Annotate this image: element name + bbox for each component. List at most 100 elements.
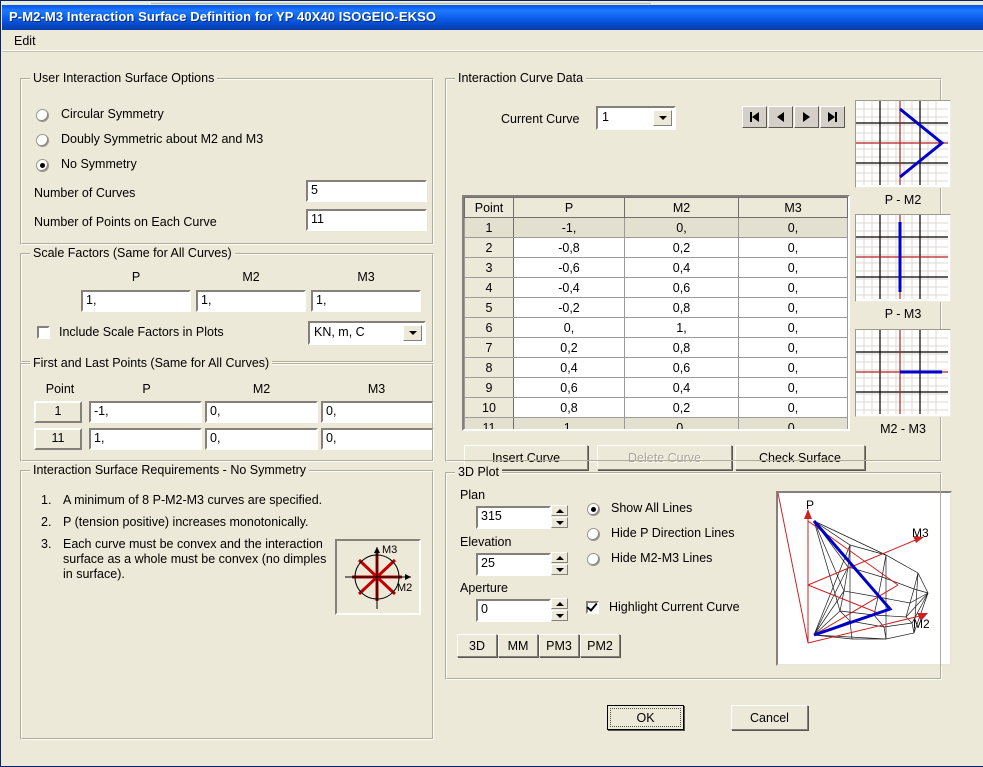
- cell-m3[interactable]: 0,: [738, 317, 848, 338]
- table-row[interactable]: 9 0,6 0,4 0,: [464, 377, 848, 398]
- table-row[interactable]: 7 0,2 0,8 0,: [464, 337, 848, 358]
- plot-3d-preview[interactable]: P M3 M2: [776, 491, 952, 666]
- table-row[interactable]: 6 0, 1, 0,: [464, 317, 848, 338]
- spinner-aperture-down[interactable]: [551, 610, 568, 621]
- cell-m2[interactable]: 0,: [624, 217, 739, 238]
- spinner-elevation[interactable]: [551, 552, 568, 577]
- column-header-point: Point: [464, 197, 514, 218]
- table-row[interactable]: 2 -0,8 0,2 0,: [464, 237, 848, 258]
- table-row[interactable]: 5 -0,2 0,8 0,: [464, 297, 848, 318]
- cell-p[interactable]: -0,4: [513, 277, 625, 298]
- cell-m3[interactable]: 0,: [738, 257, 848, 278]
- dropdown-units[interactable]: KN, m, C: [308, 321, 426, 345]
- cell-m2[interactable]: 0,6: [624, 357, 739, 378]
- radio-show-all-lines[interactable]: [587, 503, 600, 516]
- cell-p[interactable]: 0,6: [513, 377, 625, 398]
- cell-m2[interactable]: 0,6: [624, 277, 739, 298]
- cell-m3[interactable]: 0,: [738, 337, 848, 358]
- input-plan[interactable]: 315: [476, 506, 551, 529]
- table-row[interactable]: 8 0,4 0,6 0,: [464, 357, 848, 378]
- cell-m3[interactable]: 0,: [738, 397, 848, 418]
- cell-m3[interactable]: 0,: [738, 377, 848, 398]
- radio-no-symmetry[interactable]: [36, 159, 49, 172]
- table-row[interactable]: 4 -0,4 0,6 0,: [464, 277, 848, 298]
- cell-p[interactable]: 0,4: [513, 357, 625, 378]
- cell-p[interactable]: -0,6: [513, 257, 625, 278]
- previous-record-button[interactable]: [768, 106, 793, 128]
- radio-hide-m2-m3-lines[interactable]: [587, 553, 600, 566]
- table-row[interactable]: 3 -0,6 0,4 0,: [464, 257, 848, 278]
- spinner-plan-up[interactable]: [551, 505, 568, 516]
- cell-m3[interactable]: 0,: [738, 297, 848, 318]
- radio-circular-symmetry[interactable]: [36, 109, 49, 122]
- cell-m2[interactable]: 1,: [624, 317, 739, 338]
- svg-text:M2: M2: [913, 617, 930, 631]
- spinner-plan-down[interactable]: [551, 517, 568, 528]
- input-aperture[interactable]: 0: [476, 599, 551, 622]
- last-record-button[interactable]: [820, 106, 845, 128]
- cell-m3[interactable]: 0,: [738, 217, 848, 238]
- thumbnail-m2-m3-plot[interactable]: [855, 329, 951, 417]
- spinner-elevation-up[interactable]: [551, 552, 568, 563]
- cell-m2[interactable]: 0,2: [624, 397, 739, 418]
- cell-p[interactable]: -1,: [513, 217, 625, 238]
- first-record-button[interactable]: [742, 106, 767, 128]
- cell-m2[interactable]: 0,8: [624, 297, 739, 318]
- table-row[interactable]: 1 -1, 0, 0,: [464, 217, 848, 238]
- input-elevation[interactable]: 25: [476, 553, 551, 576]
- cell-m2[interactable]: 0,: [624, 417, 739, 429]
- cell-m3[interactable]: 0,: [738, 277, 848, 298]
- cell-p[interactable]: 0,8: [513, 397, 625, 418]
- cell-p[interactable]: -0,8: [513, 237, 625, 258]
- input-flp-m3-1[interactable]: 0,: [321, 401, 434, 423]
- input-flp-m2-11[interactable]: 0,: [205, 428, 318, 450]
- label-show-all-lines: Show All Lines: [611, 501, 693, 515]
- input-flp-m2-1[interactable]: 0,: [205, 401, 318, 423]
- next-record-button[interactable]: [794, 106, 819, 128]
- thumbnail-p-m2-plot[interactable]: [855, 100, 951, 188]
- cell-p[interactable]: 1,: [513, 417, 625, 429]
- cell-m3[interactable]: 0,: [738, 417, 848, 429]
- input-scale-p[interactable]: 1,: [81, 290, 191, 312]
- check-surface-button[interactable]: Check Surface: [735, 445, 865, 470]
- thumbnail-p-m3-plot[interactable]: [855, 214, 951, 302]
- view-button-pm3[interactable]: PM3: [539, 634, 579, 657]
- menu-item-edit[interactable]: Edit: [10, 33, 40, 49]
- spinner-aperture[interactable]: [551, 598, 568, 623]
- input-scale-m3[interactable]: 1,: [311, 290, 421, 312]
- spinner-elevation-down[interactable]: [551, 564, 568, 575]
- cancel-button[interactable]: Cancel: [731, 705, 808, 730]
- checkbox-highlight-current-curve[interactable]: [586, 601, 599, 614]
- cell-m2[interactable]: 0,4: [624, 377, 739, 398]
- cell-flp-point-1: 1: [34, 401, 82, 423]
- spinner-plan[interactable]: [551, 505, 568, 530]
- cell-m2[interactable]: 0,4: [624, 257, 739, 278]
- input-number-of-curves[interactable]: 5: [306, 180, 427, 202]
- input-flp-p-11[interactable]: 1,: [89, 428, 202, 450]
- input-scale-m2[interactable]: 1,: [196, 290, 306, 312]
- input-flp-m3-11[interactable]: 0,: [321, 428, 434, 450]
- cell-m2[interactable]: 0,8: [624, 337, 739, 358]
- header-flp-m2: M2: [252, 382, 271, 396]
- view-button-3d[interactable]: 3D: [457, 634, 497, 657]
- cell-m2[interactable]: 0,2: [624, 237, 739, 258]
- input-flp-p-1[interactable]: -1,: [89, 401, 202, 423]
- view-button-pm2[interactable]: PM2: [580, 634, 620, 657]
- cell-p[interactable]: 0,: [513, 317, 625, 338]
- radio-hide-p-direction-lines[interactable]: [587, 528, 600, 541]
- spinner-aperture-up[interactable]: [551, 598, 568, 609]
- label-include-scale-factors: Include Scale Factors in Plots: [59, 325, 224, 339]
- cell-m3[interactable]: 0,: [738, 357, 848, 378]
- curve-data-table[interactable]: Point P M2 M3 1 -1, 0, 0, 2 -0,8 0,2 0, …: [462, 195, 850, 431]
- table-row[interactable]: 10 0,8 0,2 0,: [464, 397, 848, 418]
- view-button-mm[interactable]: MM: [498, 634, 538, 657]
- table-row[interactable]: 11 1, 0, 0,: [464, 417, 848, 429]
- checkbox-include-scale-factors[interactable]: [37, 326, 50, 339]
- cell-m3[interactable]: 0,: [738, 237, 848, 258]
- ok-button[interactable]: OK: [607, 705, 684, 730]
- cell-p[interactable]: 0,2: [513, 337, 625, 358]
- dropdown-current-curve[interactable]: 1: [596, 106, 676, 130]
- input-number-of-points[interactable]: 11: [306, 209, 427, 231]
- cell-p[interactable]: -0,2: [513, 297, 625, 318]
- radio-doubly-symmetric[interactable]: [36, 134, 49, 147]
